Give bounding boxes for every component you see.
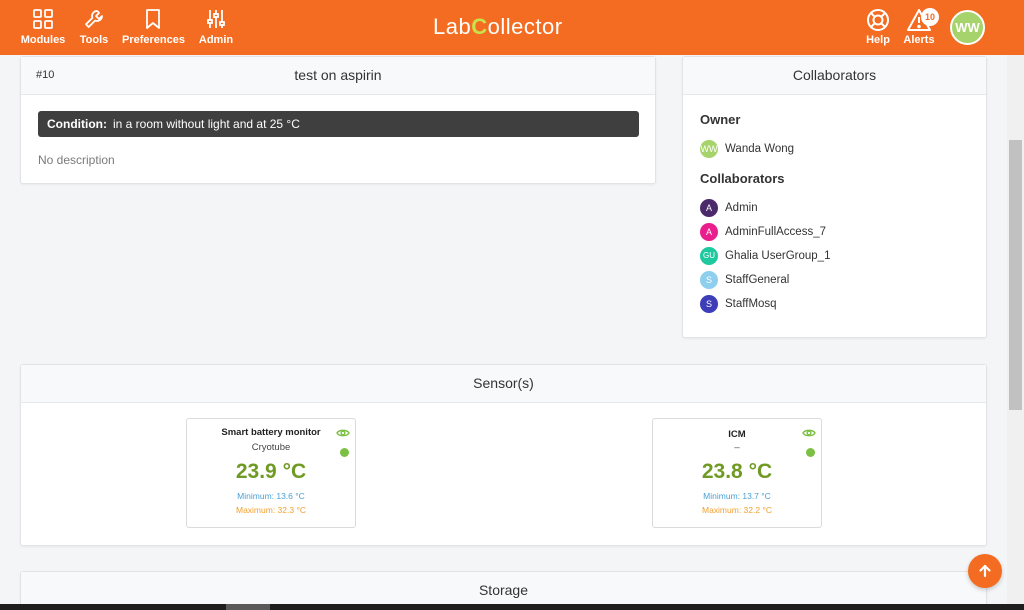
- arrow-up-icon: [979, 564, 991, 578]
- sensor-subtitle: –: [734, 442, 740, 453]
- user-avatar[interactable]: WW: [950, 10, 985, 45]
- nav-help-label: Help: [866, 34, 890, 46]
- collaborators-title: Collaborators: [683, 57, 986, 95]
- eye-icon[interactable]: [802, 428, 816, 438]
- avatar: WW: [700, 140, 718, 158]
- scroll-to-top-button[interactable]: [968, 554, 1002, 588]
- horizontal-scrollbar-thumb[interactable]: [226, 604, 270, 610]
- avatar: A: [700, 223, 718, 241]
- sensor-minimum: Minimum: 13.7 °C: [703, 491, 771, 501]
- vertical-scrollbar-thumb[interactable]: [1009, 140, 1022, 410]
- collaborator-item[interactable]: GU Ghalia UserGroup_1: [700, 247, 830, 265]
- sensor-minimum: Minimum: 13.6 °C: [237, 491, 305, 501]
- collaborator-item[interactable]: A AdminFullAccess_7: [700, 223, 826, 241]
- owner-heading: Owner: [700, 112, 741, 127]
- condition-text: in a room without light and at 25 °C: [112, 117, 300, 131]
- collaborators-card: Collaborators Owner WW Wanda Wong Collabo…: [682, 56, 987, 338]
- avatar: A: [700, 199, 718, 217]
- collaborator-item[interactable]: S StaffGeneral: [700, 271, 789, 289]
- collaborator-item[interactable]: S StaffMosq: [700, 295, 777, 313]
- experiment-card: #10 test on aspirin Condition: in a room …: [20, 56, 656, 184]
- modules-grid-icon: [33, 9, 53, 29]
- sensor-maximum: Maximum: 32.2 °C: [701, 505, 772, 515]
- nav-admin[interactable]: Admin: [198, 0, 234, 55]
- horizontal-scrollbar[interactable]: [0, 604, 1024, 610]
- alerts-count-badge: 10: [921, 8, 939, 26]
- avatar: S: [700, 295, 718, 313]
- sensor-subtitle: Cryotube: [251, 442, 291, 453]
- condition-label: Condition:: [47, 117, 107, 131]
- condition-bar: Condition: in a room without light and at…: [38, 111, 639, 137]
- eye-icon[interactable]: [336, 428, 350, 438]
- avatar: S: [700, 271, 718, 289]
- nav-tools-label: Tools: [79, 34, 109, 46]
- owner-name: Wanda Wong: [725, 143, 795, 155]
- experiment-description: No description: [38, 153, 115, 167]
- sensor-name: Smart battery monitor: [221, 427, 321, 438]
- experiment-title: test on aspirin: [294, 67, 382, 83]
- nav-tools[interactable]: Tools: [78, 0, 110, 55]
- sensors-title: Sensor(s): [21, 365, 986, 403]
- collaborator-item[interactable]: A Admin: [700, 199, 758, 217]
- sensor-temperature: 23.8 °C: [701, 460, 773, 483]
- nav-admin-label: Admin: [198, 34, 234, 46]
- nav-modules[interactable]: Modules: [20, 0, 66, 55]
- sensors-card: Sensor(s) Smart battery monitor Cryotube…: [20, 364, 987, 546]
- experiment-header: #10 test on aspirin: [21, 57, 655, 95]
- nav-modules-label: Modules: [20, 34, 66, 46]
- sensor-tile[interactable]: Smart battery monitor Cryotube 23.9 °C M…: [186, 418, 356, 528]
- nav-help[interactable]: Help: [862, 0, 894, 55]
- logo-flask-c: C: [471, 14, 488, 39]
- status-indicator: [806, 448, 815, 457]
- status-indicator: [340, 448, 349, 457]
- collaborator-name: Admin: [725, 202, 758, 214]
- collaborators-heading: Collaborators: [700, 171, 785, 186]
- collaborator-name: AdminFullAccess_7: [725, 226, 826, 238]
- bookmark-icon: [146, 9, 160, 29]
- logo-text-post: ollector: [487, 14, 563, 39]
- vertical-scrollbar[interactable]: [1007, 55, 1024, 604]
- nav-preferences-label: Preferences: [122, 34, 185, 46]
- collaborator-name: StaffMosq: [725, 298, 777, 310]
- sensor-temperature: 23.9 °C: [235, 460, 307, 483]
- collaborator-name: StaffGeneral: [725, 274, 790, 286]
- sensor-tile[interactable]: ICM – 23.8 °C Minimum: 13.7 °C Maximum: …: [652, 418, 822, 528]
- lifebuoy-icon: [867, 9, 889, 31]
- logo-text-pre: Lab: [433, 14, 472, 39]
- top-navigation-bar: Modules Tools Preferences Admin LabColle…: [0, 0, 1024, 55]
- nav-preferences[interactable]: Preferences: [122, 0, 185, 55]
- wrench-icon: [85, 10, 103, 28]
- sliders-icon: [207, 10, 225, 28]
- avatar: GU: [700, 247, 718, 265]
- labcollector-logo[interactable]: LabCollector: [433, 14, 563, 44]
- sensor-maximum: Maximum: 32.3 °C: [235, 505, 306, 515]
- sensor-name: ICM: [728, 429, 746, 440]
- collaborator-name: Ghalia UserGroup_1: [725, 250, 831, 262]
- owner-item[interactable]: WW Wanda Wong: [700, 140, 794, 158]
- nav-alerts-label: Alerts: [903, 34, 935, 46]
